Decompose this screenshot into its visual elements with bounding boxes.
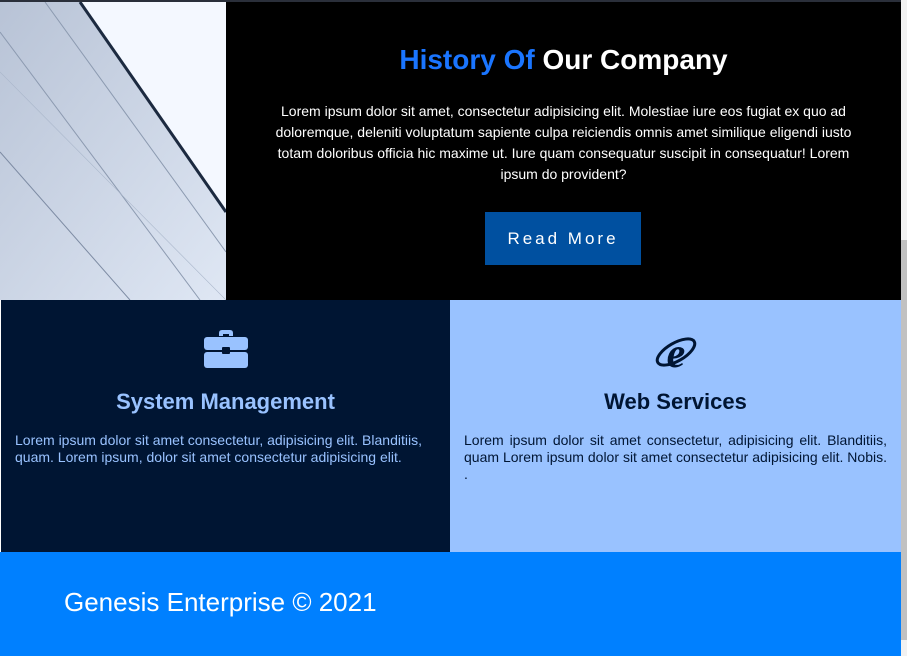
footer-copyright: Genesis Enterprise © 2021 [64,587,377,617]
history-text: Lorem ipsum dolor sit amet, consectetur … [275,103,852,182]
history-section: History Of Our Company Lorem ipsum dolor… [226,2,901,300]
history-title: History Of Our Company [226,43,901,77]
svg-text:e: e [666,331,685,374]
service-text: Lorem ipsum dolor sit amet consectetur, … [464,432,887,482]
service-title: System Management [116,389,335,414]
scrollbar-thumb[interactable] [901,240,907,640]
internet-explorer-icon: e [653,330,699,379]
history-title-accent: History Of [399,44,535,75]
service-card-web-services: e Web Services Lorem ipsum dolor sit ame… [450,300,901,552]
footer: Genesis Enterprise © 2021 [0,552,901,656]
briefcase-icon [203,330,248,373]
service-card-system-management: System Management Lorem ipsum dolor sit … [0,300,450,552]
page: History Of Our Company Lorem ipsum dolor… [0,0,901,656]
history-title-main: Our Company [542,44,728,75]
scrollbar[interactable] [901,0,907,656]
service-title: Web Services [604,389,747,414]
building-image [0,2,226,300]
read-more-button[interactable]: Read More [485,212,641,265]
service-text: Lorem ipsum dolor sit amet consectetur, … [15,432,422,465]
